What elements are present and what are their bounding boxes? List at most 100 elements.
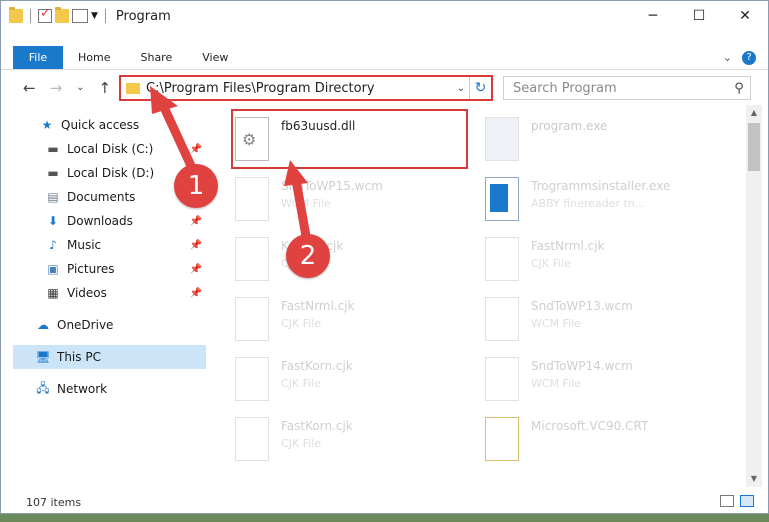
tab-share[interactable]: Share xyxy=(125,46,187,69)
vertical-scrollbar[interactable]: ▲ ▼ xyxy=(746,105,762,487)
file-item[interactable]: SndToWP14.wcm WCM File xyxy=(465,349,695,407)
address-dropdown-icon[interactable]: ⌄ xyxy=(453,83,469,94)
gear-icon: ⚙ xyxy=(242,130,257,149)
drive-icon: ▬ xyxy=(47,142,59,156)
file-icon xyxy=(235,417,269,461)
file-item[interactable]: FastKorn.cjk CJK File xyxy=(215,349,445,407)
quick-access-toolbar: ▼ xyxy=(9,6,110,23)
file-item[interactable]: ⚙ fb63uusd.dll xyxy=(215,109,445,167)
toolbar-separator xyxy=(104,9,106,23)
sidebar-item-label: OneDrive xyxy=(57,318,114,332)
sidebar-item-quick-access[interactable]: ★ Quick access xyxy=(1,113,206,137)
scroll-down-icon[interactable]: ▼ xyxy=(746,471,762,487)
up-arrow-icon[interactable]: ↑ xyxy=(99,79,112,97)
file-item[interactable]: Microsoft.VC90.CRT xyxy=(465,409,695,467)
pin-icon: 📌 xyxy=(189,287,202,299)
sidebar-item-network[interactable]: 🖧 Network xyxy=(1,377,206,401)
refresh-icon[interactable]: ↻ xyxy=(469,77,491,99)
file-type: CJK File xyxy=(281,377,322,390)
address-path[interactable]: C:\Program Files\Program Directory xyxy=(146,81,453,96)
details-view-icon[interactable] xyxy=(720,495,734,507)
file-type: CJK File xyxy=(281,437,322,450)
expand-ribbon-icon[interactable]: ⌄ xyxy=(723,51,732,64)
dll-file-icon: ⚙ xyxy=(235,117,269,161)
pictures-icon: ▣ xyxy=(47,262,59,276)
properties-check-icon[interactable] xyxy=(38,6,52,23)
recent-locations-icon[interactable]: ⌄ xyxy=(76,82,84,97)
minimize-button[interactable]: ─ xyxy=(630,1,676,31)
step-marker-2: 2 xyxy=(286,234,330,278)
large-icons-view-icon[interactable] xyxy=(740,495,754,507)
sidebar-item-label: Videos xyxy=(67,286,107,300)
new-folder-icon[interactable] xyxy=(55,7,69,23)
download-icon: ⬇ xyxy=(47,214,59,228)
pc-icon: 🖥 xyxy=(35,350,51,364)
file-icon xyxy=(485,357,519,401)
drive-icon: ▬ xyxy=(47,166,59,180)
sidebar-item-local-disk-c[interactable]: ▬ Local Disk (C:) 📌 xyxy=(1,137,206,161)
sidebar-item-label: Pictures xyxy=(67,262,115,276)
file-item[interactable]: SndToWP13.wcm WCM File xyxy=(465,289,695,347)
item-count: 107 items xyxy=(26,495,82,509)
sidebar-item-label: Documents xyxy=(67,190,136,204)
file-item[interactable]: FastNrml.cjk CJK File xyxy=(215,289,445,347)
pin-icon: 📌 xyxy=(189,239,202,251)
sidebar-item-pictures[interactable]: ▣ Pictures 📌 xyxy=(1,257,206,281)
file-type: WCM File xyxy=(281,197,331,210)
back-arrow-icon[interactable]: ← xyxy=(23,79,36,97)
help-icon[interactable]: ? xyxy=(742,50,756,65)
sidebar-item-onedrive[interactable]: ☁ OneDrive xyxy=(1,313,206,337)
scroll-thumb[interactable] xyxy=(748,123,760,171)
status-bar: 107 items xyxy=(1,491,768,513)
sidebar-item-label: Downloads xyxy=(67,214,133,228)
scroll-up-icon[interactable]: ▲ xyxy=(746,105,762,121)
file-name: SndToWP13.wcm xyxy=(531,299,633,313)
file-type: CJK File xyxy=(281,317,322,330)
file-item[interactable]: FastKorn.cjk CJK File xyxy=(215,409,445,467)
file-icon xyxy=(235,297,269,341)
tab-home[interactable]: Home xyxy=(63,46,125,69)
file-name: Trogrammsinstaller.exe xyxy=(531,179,671,193)
file-item[interactable]: Korean.cjk CJK File xyxy=(215,229,445,287)
installer-file-icon xyxy=(485,177,519,221)
step-marker-1: 1 xyxy=(174,164,218,208)
file-list: ⚙ fb63uusd.dll program.exe SndToWP15.wcm… xyxy=(215,105,743,485)
music-icon: ♪ xyxy=(49,238,57,252)
sidebar-item-label: Quick access xyxy=(61,118,140,132)
forward-arrow-icon[interactable]: → xyxy=(50,79,63,97)
tab-view[interactable]: View xyxy=(187,46,243,69)
file-item[interactable]: Trogrammsinstaller.exe ABBY finereader t… xyxy=(465,169,695,227)
sidebar-item-label: Music xyxy=(67,238,102,252)
window-controls: ─ ☐ ✕ xyxy=(630,1,768,31)
exe-file-icon xyxy=(485,117,519,161)
file-icon xyxy=(485,237,519,281)
close-button[interactable]: ✕ xyxy=(722,1,768,31)
tab-file[interactable]: File xyxy=(13,46,63,69)
file-item[interactable]: SndToWP15.wcm WCM File xyxy=(215,169,445,227)
folder-icon xyxy=(9,7,23,23)
sidebar-item-label: Network xyxy=(57,382,108,396)
sidebar-item-videos[interactable]: ▦ Videos 📌 xyxy=(1,281,206,305)
file-icon xyxy=(485,297,519,341)
navigation-pane: ★ Quick access ▬ Local Disk (C:) 📌 ▬ Loc… xyxy=(1,111,211,481)
file-item[interactable]: FastNrml.cjk CJK File xyxy=(465,229,695,287)
maximize-button[interactable]: ☐ xyxy=(676,1,722,31)
address-bar[interactable]: C:\Program Files\Program Directory ⌄ ↻ xyxy=(119,75,493,101)
window-title: Program xyxy=(115,8,171,24)
file-name: FastKorn.cjk xyxy=(281,419,353,433)
customize-toolbar-icon[interactable]: ▼ xyxy=(91,11,98,21)
sidebar-item-music[interactable]: ♪ Music 📌 xyxy=(1,233,206,257)
sidebar-item-this-pc[interactable]: 🖥 This PC xyxy=(13,345,206,369)
navigation-buttons: ← → ⌄ ↑ xyxy=(23,79,111,97)
search-input[interactable] xyxy=(504,80,728,96)
view-options-icon[interactable] xyxy=(72,9,88,23)
folder-icon xyxy=(126,82,140,94)
file-item[interactable]: program.exe xyxy=(465,109,695,167)
search-icon[interactable]: ⚲ xyxy=(728,81,750,96)
cloud-icon: ☁ xyxy=(37,318,49,332)
sidebar-item-downloads[interactable]: ⬇ Downloads 📌 xyxy=(1,209,206,233)
file-type: WCM File xyxy=(531,377,581,390)
search-box[interactable]: ⚲ xyxy=(503,76,751,100)
pin-icon: 📌 xyxy=(189,263,202,275)
videos-icon: ▦ xyxy=(47,286,59,300)
